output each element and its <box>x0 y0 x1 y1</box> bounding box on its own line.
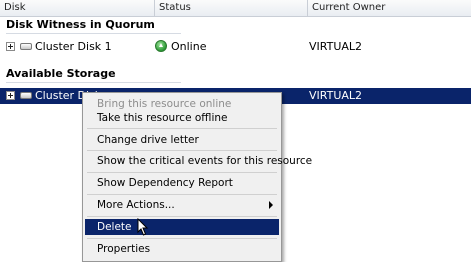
online-status-icon <box>155 40 167 52</box>
submenu-arrow-icon <box>269 201 273 209</box>
menu-item-show-dependency-report[interactable]: Show Dependency Report <box>85 175 279 191</box>
mouse-cursor-icon <box>137 218 149 236</box>
menu-separator <box>87 150 277 151</box>
disk-name: Cluster Disk 1 <box>35 40 112 53</box>
expand-icon[interactable] <box>6 42 15 51</box>
table-row[interactable]: Cluster Disk 1 Online VIRTUAL2 <box>0 39 471 55</box>
menu-separator <box>87 194 277 195</box>
menu-item-take-offline[interactable]: Take this resource offline <box>85 110 279 126</box>
column-header-current-owner[interactable]: Current Owner <box>308 0 471 16</box>
owner-text: VIRTUAL2 <box>309 40 363 53</box>
menu-item-properties[interactable]: Properties <box>85 241 279 257</box>
menu-separator <box>87 216 277 217</box>
menu-separator <box>87 128 277 129</box>
disk-icon <box>20 43 32 50</box>
menu-item-more-actions-label: More Actions... <box>97 199 175 211</box>
owner-text: VIRTUAL2 <box>309 89 363 102</box>
expand-icon[interactable] <box>6 91 15 100</box>
group-divider <box>6 33 181 34</box>
menu-item-more-actions[interactable]: More Actions... <box>85 197 279 213</box>
menu-separator <box>87 238 277 239</box>
menu-item-delete[interactable]: Delete <box>85 219 279 235</box>
group-divider <box>6 82 181 83</box>
menu-separator <box>87 172 277 173</box>
status-text: Online <box>171 40 207 53</box>
context-menu: Bring this resource online Take this res… <box>82 92 312 262</box>
column-header-disk[interactable]: Disk <box>0 0 155 16</box>
column-header-status[interactable]: Status <box>155 0 308 16</box>
menu-item-change-drive-letter[interactable]: Change drive letter <box>85 132 279 148</box>
group-header-witness: Disk Witness in Quorum <box>6 18 155 31</box>
column-header-bar: Disk Status Current Owner <box>0 0 471 17</box>
menu-item-show-critical-events[interactable]: Show the critical events for this resour… <box>85 153 312 169</box>
group-header-available-storage: Available Storage <box>6 67 116 80</box>
disk-icon <box>20 92 32 99</box>
